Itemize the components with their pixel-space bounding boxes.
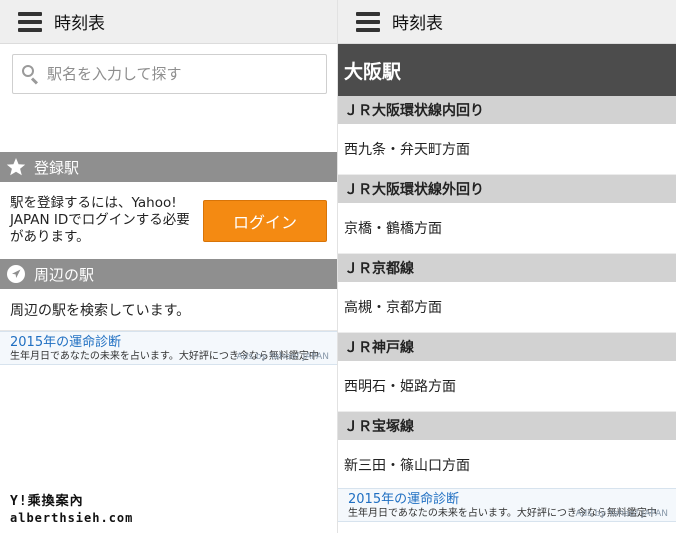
station-lines-screen: 時刻表 大阪駅 ＪＲ大阪環状線内回り 西九条・弁天町方面 ＪＲ大阪環状線外回り … — [338, 0, 676, 533]
direction-item[interactable]: 西九条・弁天町方面 — [338, 124, 676, 175]
ad-banner[interactable]: 2015年の運命診断 生年月日であなたの未来を占います。大好評につき今なら無料鑑… — [338, 488, 676, 522]
search-area — [0, 44, 337, 152]
app-bar: 時刻表 — [0, 0, 337, 44]
registered-stations-body: 駅を登録するには、Yahoo! JAPAN IDでログインする必要があります。 … — [0, 182, 337, 259]
ad-credit: Ads by Yahoo! JAPAN — [236, 352, 329, 362]
app-title: 時刻表 — [392, 14, 443, 34]
nearby-search-status: 周辺の駅を検索しています。 — [0, 289, 337, 331]
station-name-header: 大阪駅 — [338, 44, 676, 96]
line-header: ＪＲ京都線 — [338, 254, 676, 282]
station-search-input[interactable] — [47, 65, 307, 83]
watermark-url: alberthsieh.com — [10, 511, 134, 525]
line-header: ＪＲ宝塚線 — [338, 412, 676, 440]
app-bar: 時刻表 — [338, 0, 676, 44]
line-header: ＪＲ神戸線 — [338, 333, 676, 361]
nearby-stations-header: 周辺の駅 — [0, 259, 337, 289]
direction-item[interactable]: 京橋・鶴橋方面 — [338, 203, 676, 254]
nearby-stations-title: 周辺の駅 — [34, 265, 95, 284]
app-title: 時刻表 — [54, 14, 105, 34]
registered-stations-title: 登録駅 — [34, 158, 80, 177]
registered-stations-header: 登録駅 — [0, 152, 337, 182]
hamburger-icon[interactable] — [356, 11, 380, 32]
line-header: ＪＲ大阪環状線外回り — [338, 175, 676, 203]
direction-item[interactable]: 西明石・姫路方面 — [338, 361, 676, 412]
login-required-message: 駅を登録するには、Yahoo! JAPAN IDでログインする必要があります。 — [10, 195, 190, 245]
watermark-title: Y!乘換案內 — [10, 494, 84, 509]
watermark: Y!乘換案內 alberthsieh.com — [10, 490, 133, 525]
timetable-home-screen: 時刻表 登録駅 駅を登録するには、Yahoo! JAPAN IDでログインする必… — [0, 0, 338, 533]
ad-title[interactable]: 2015年の運命診断 — [348, 492, 666, 508]
ad-banner[interactable]: 2015年の運命診断 生年月日であなたの未来を占います。大好評につき今なら無料鑑… — [0, 331, 337, 365]
ad-credit: Ads by Yahoo! JAPAN — [575, 509, 668, 519]
star-icon — [6, 157, 26, 177]
line-header: ＪＲ大阪環状線内回り — [338, 96, 676, 124]
direction-item[interactable]: 新三田・篠山口方面 — [338, 440, 676, 491]
ad-title[interactable]: 2015年の運命診断 — [10, 335, 327, 351]
hamburger-icon[interactable] — [18, 11, 42, 32]
direction-item[interactable]: 高槻・京都方面 — [338, 282, 676, 333]
location-arrow-icon — [6, 264, 26, 284]
station-search-box[interactable] — [12, 54, 327, 94]
login-button[interactable]: ログイン — [203, 199, 327, 242]
search-icon — [21, 64, 41, 85]
